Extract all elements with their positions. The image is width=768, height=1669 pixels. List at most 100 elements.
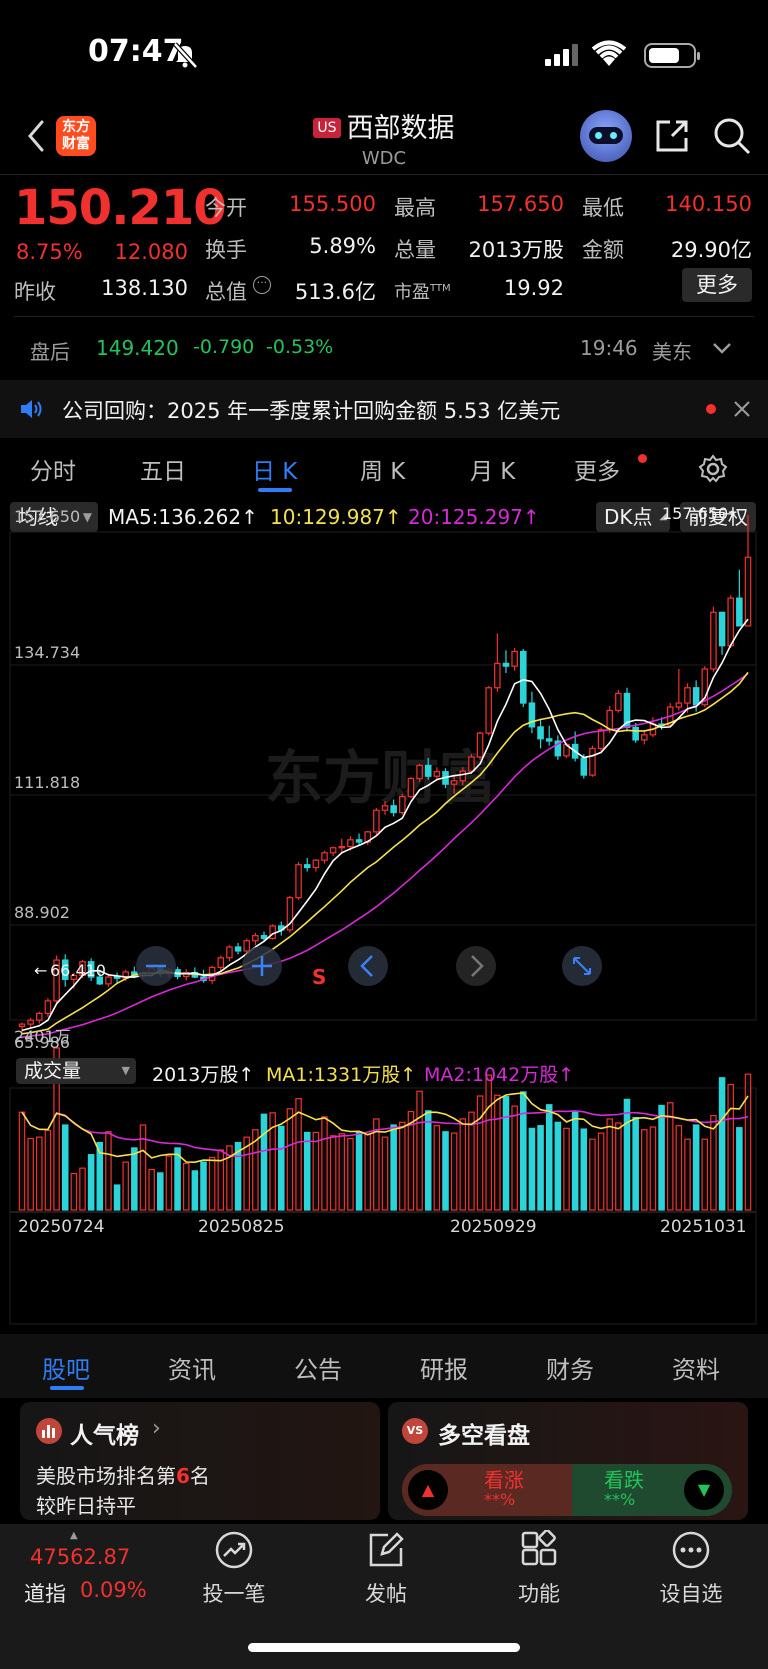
high-label: 最高 xyxy=(394,196,436,220)
candle-body xyxy=(450,780,458,785)
candle xyxy=(641,731,648,745)
home-indicator xyxy=(248,1643,520,1652)
tab-profile[interactable]: 资料 xyxy=(672,1350,720,1385)
volume-bar xyxy=(70,1172,78,1211)
tab-financials[interactable]: 财务 xyxy=(546,1350,594,1385)
notice-bar[interactable]: 公司回购：2025 年一季度累计回购金额 5.53 亿美元 xyxy=(0,380,768,438)
close-icon[interactable] xyxy=(732,399,752,419)
ticker-expand-icon[interactable]: ▲ xyxy=(70,1530,78,1541)
tab-news[interactable]: 资讯 xyxy=(168,1350,216,1385)
tab-forum[interactable]: 股吧 xyxy=(42,1350,90,1385)
volume-selector[interactable]: 成交量 ▼ xyxy=(16,1058,136,1084)
candle-body xyxy=(234,946,242,952)
index-percent[interactable]: 0.09% xyxy=(80,1578,147,1602)
trend-up-icon[interactable] xyxy=(214,1530,254,1570)
volume-bar xyxy=(87,1154,95,1211)
candle xyxy=(217,955,225,972)
axis-label-mid2: 111.818 xyxy=(14,773,80,792)
candle-body xyxy=(580,757,588,776)
volume-bar xyxy=(303,1131,311,1211)
svg-text:20251031: 20251031 xyxy=(660,1217,747,1237)
zoom-in-button[interactable] xyxy=(242,946,282,986)
grid-apps-icon[interactable] xyxy=(519,1530,559,1570)
tab-five-day[interactable]: 五日 xyxy=(140,452,186,486)
tab-monthly-k[interactable]: 月 K xyxy=(470,452,515,486)
candle-body xyxy=(494,662,501,689)
candle-body xyxy=(710,611,717,670)
zoom-out-button[interactable] xyxy=(136,946,176,986)
min-price-marker: ← 66.410 xyxy=(34,961,106,980)
more-dots-icon[interactable] xyxy=(671,1530,711,1570)
tab-intraday[interactable]: 分时 xyxy=(30,452,76,486)
volume-bar xyxy=(416,1090,423,1211)
nav-post[interactable]: 发帖 xyxy=(331,1578,441,1608)
chevron-down-icon[interactable] xyxy=(710,338,734,358)
volume-axis-max: 2401万 xyxy=(14,1027,71,1046)
share-icon[interactable] xyxy=(652,116,692,156)
candle-body xyxy=(329,847,337,854)
volume-bar xyxy=(632,1116,639,1211)
nav-add-watchlist[interactable]: 设自选 xyxy=(636,1578,746,1608)
candle xyxy=(675,669,683,711)
search-icon[interactable] xyxy=(712,116,752,156)
volume-bar xyxy=(18,1111,26,1211)
battery-icon xyxy=(644,43,700,68)
svg-text:20250724: 20250724 xyxy=(18,1217,105,1237)
tab-weekly-k[interactable]: 周 K xyxy=(360,452,405,486)
candle xyxy=(727,595,734,649)
candle xyxy=(234,943,242,955)
pan-left-button[interactable] xyxy=(348,946,388,986)
axis-label-mid1: 134.734 xyxy=(14,643,80,662)
candle xyxy=(511,648,518,671)
fullscreen-button[interactable] xyxy=(562,946,602,986)
turnover-label: 换手 xyxy=(205,238,247,262)
kline-chart[interactable]: 东方财富 157.650 134.734 111.818 88.902 65.9… xyxy=(0,500,768,1340)
volume-bar xyxy=(347,1137,354,1211)
volume-bar xyxy=(476,1095,484,1211)
volume-bar xyxy=(208,1156,216,1211)
change-value: 12.080 xyxy=(114,240,188,264)
bull-vote-button[interactable]: ▲ xyxy=(408,1470,448,1510)
volume-ma1-label: MA1:1331万股↑ xyxy=(266,1064,417,1086)
pe-value: 19.92 xyxy=(503,276,564,300)
index-value[interactable]: 47562.87 xyxy=(30,1545,130,1569)
tab-research[interactable]: 研报 xyxy=(420,1350,468,1385)
compose-icon[interactable] xyxy=(366,1530,406,1570)
volume-value: 2013万股 xyxy=(468,238,564,262)
assistant-robot-icon[interactable] xyxy=(580,110,632,162)
volume-bar xyxy=(200,1161,207,1211)
candle-body xyxy=(252,935,259,942)
nav-functions[interactable]: 功能 xyxy=(484,1578,594,1608)
volume-bar xyxy=(433,1125,441,1211)
settings-gear-icon[interactable] xyxy=(698,454,728,484)
candle xyxy=(589,745,596,777)
pe-label: 市盈TTM xyxy=(394,282,451,303)
candle xyxy=(615,690,622,713)
volume-bar xyxy=(44,1129,52,1211)
nav-invest[interactable]: 投一笔 xyxy=(179,1578,289,1608)
bull-bear-card[interactable]: VS 多空看盘 ▲ 看涨 **% 看跌 **% ▼ xyxy=(388,1402,748,1520)
candle-body xyxy=(744,556,752,627)
tab-more[interactable]: 更多 xyxy=(574,452,620,486)
bear-vote-button[interactable]: ▼ xyxy=(684,1470,724,1510)
pan-right-button[interactable] xyxy=(456,946,496,986)
tab-announcements[interactable]: 公告 xyxy=(294,1350,342,1385)
tab-daily-k[interactable]: 日 K xyxy=(252,452,297,486)
candle xyxy=(554,735,562,760)
mktcap-more-icon[interactable]: ··· xyxy=(253,276,271,294)
section-tab-underline xyxy=(50,1386,84,1390)
candle-body xyxy=(399,796,406,814)
candle-body xyxy=(641,734,648,741)
more-quote-button[interactable]: 更多 xyxy=(682,268,752,302)
popularity-card[interactable]: 人气榜 › 美股市场排名第6名 较昨日持平 xyxy=(20,1402,380,1520)
volume-bar xyxy=(286,1108,294,1211)
volume-bar xyxy=(537,1125,544,1211)
candle xyxy=(736,569,743,627)
volume-bar xyxy=(502,1096,510,1211)
volume-bar xyxy=(321,1116,328,1211)
index-name[interactable]: 道指 xyxy=(24,1578,66,1608)
vs-icon: VS xyxy=(402,1418,428,1444)
ma10-line xyxy=(21,671,749,1035)
candle-body xyxy=(433,771,441,777)
candle-body xyxy=(718,611,726,647)
